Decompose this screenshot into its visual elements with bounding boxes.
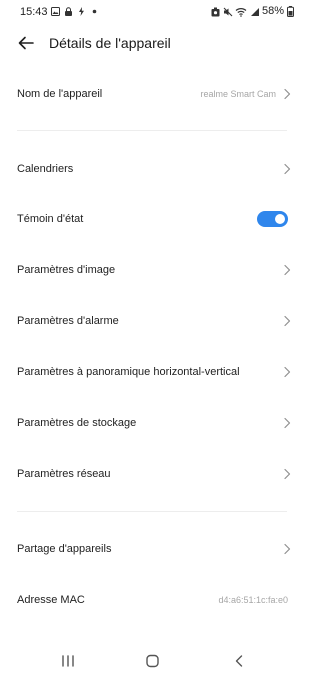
nav-back-button[interactable] — [229, 653, 249, 669]
page-title: Détails de l'appareil — [49, 35, 171, 51]
mute-icon — [223, 7, 233, 16]
gallery-icon — [51, 7, 60, 16]
status-right-icons: 58% — [211, 5, 294, 17]
dot-icon — [90, 7, 99, 16]
alarm-settings-label: Paramètres d'alarme — [17, 315, 119, 327]
status-light-label: Témoin d'état — [17, 213, 84, 225]
mac-address-value: d4:a6:51:1c:fa:e0 — [218, 595, 288, 605]
mac-address-label: Adresse MAC — [17, 594, 85, 606]
calendars-label: Calendriers — [17, 163, 74, 175]
battery-text: 58% — [261, 5, 284, 17]
device-sharing-row[interactable]: Partage d'appareils — [0, 531, 306, 567]
image-settings-row[interactable]: Paramètres d'image — [0, 252, 306, 288]
pan-tilt-settings-label: Paramètres à panoramique horizontal-vert… — [17, 366, 240, 378]
chevron-right-icon — [284, 543, 291, 555]
status-light-toggle[interactable] — [257, 211, 288, 227]
system-nav-bar — [0, 645, 306, 679]
recent-apps-icon — [62, 655, 74, 667]
wifi-icon — [235, 7, 247, 17]
device-name-row[interactable]: Nom de l'appareil realme Smart Cam — [0, 76, 306, 112]
back-icon — [235, 655, 243, 667]
status-left-icons — [51, 7, 99, 16]
alarm-settings-row[interactable]: Paramètres d'alarme — [0, 303, 306, 339]
chevron-right-icon — [284, 468, 291, 480]
network-settings-row[interactable]: Paramètres réseau — [0, 456, 306, 492]
device-name-label: Nom de l'appareil — [17, 88, 103, 100]
pan-tilt-settings-row[interactable]: Paramètres à panoramique horizontal-vert… — [0, 354, 306, 390]
battery-icon — [287, 5, 294, 17]
device-sharing-label: Partage d'appareils — [17, 543, 112, 555]
mac-address-row: Adresse MAC d4:a6:51:1c:fa:e0 — [0, 582, 306, 618]
lock-screen-icon — [64, 7, 73, 16]
flash-icon — [77, 7, 86, 16]
app-header: Détails de l'appareil — [0, 28, 306, 58]
network-settings-label: Paramètres réseau — [17, 468, 111, 480]
status-bar: 15:43 58% — [0, 0, 306, 26]
chevron-right-icon — [284, 417, 291, 429]
chevron-right-icon — [284, 264, 291, 276]
storage-settings-row[interactable]: Paramètres de stockage — [0, 405, 306, 441]
chevron-right-icon — [284, 315, 291, 327]
section-divider — [17, 511, 287, 512]
chevron-right-icon — [284, 366, 291, 378]
image-settings-label: Paramètres d'image — [17, 264, 116, 276]
section-divider — [17, 130, 287, 131]
chevron-right-icon — [284, 88, 291, 100]
home-icon — [146, 654, 159, 668]
calendars-row[interactable]: Calendriers — [0, 151, 306, 187]
toggle-knob — [275, 214, 285, 224]
recent-apps-button[interactable] — [58, 653, 78, 669]
signal-icon — [250, 7, 259, 16]
storage-settings-label: Paramètres de stockage — [17, 417, 137, 429]
status-light-row: Témoin d'état — [0, 201, 306, 237]
back-button[interactable] — [14, 32, 38, 54]
home-button[interactable] — [143, 653, 163, 669]
camera-privacy-icon — [211, 7, 220, 16]
status-time: 15:43 — [20, 6, 48, 18]
arrow-left-icon — [18, 36, 34, 50]
chevron-right-icon — [284, 163, 291, 175]
device-name-value: realme Smart Cam — [200, 89, 276, 99]
